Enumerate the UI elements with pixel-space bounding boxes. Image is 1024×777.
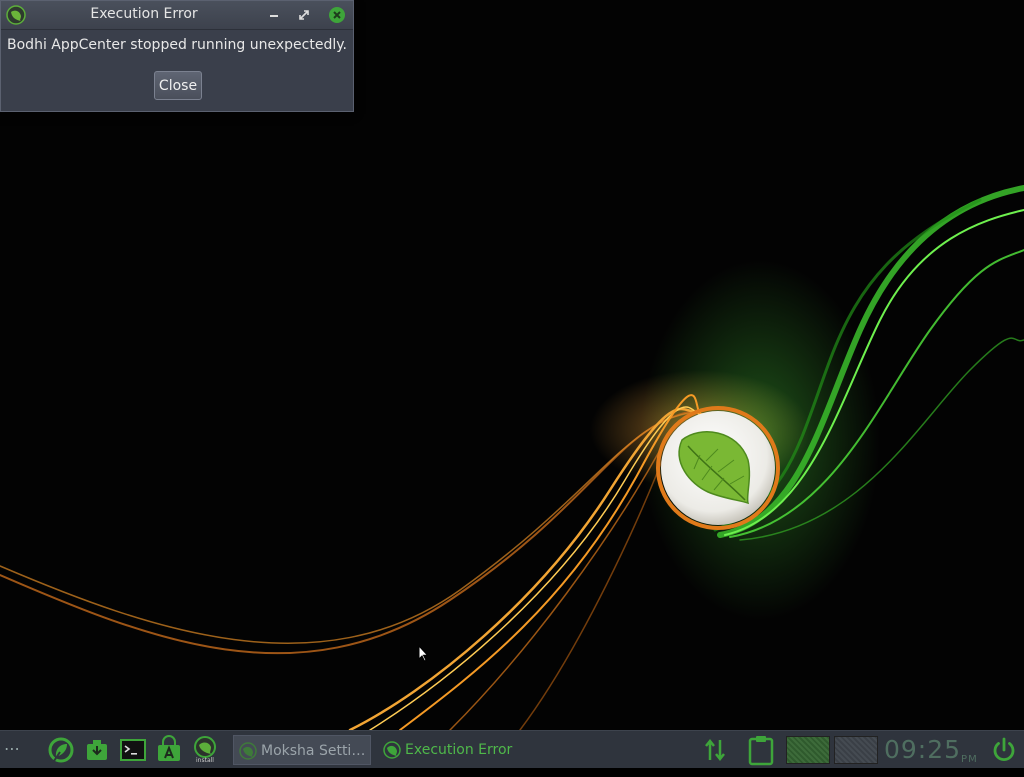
desktop-pager-2[interactable] [834, 736, 878, 764]
task-label: Moksha Setti… [261, 743, 366, 759]
desktop-pager-1[interactable] [786, 736, 830, 764]
task-execution-error[interactable]: Execution Error [378, 735, 518, 765]
clock[interactable]: 09:25PM [884, 733, 978, 767]
execution-error-dialog: Execution Error Bodhi AppCenter stopped … [0, 0, 354, 112]
maximize-icon[interactable] [295, 6, 313, 24]
mouse-pointer-icon [418, 645, 429, 662]
install-icon [194, 736, 216, 758]
bodhi-menu-icon[interactable] [46, 735, 76, 765]
minimize-icon[interactable] [265, 6, 283, 24]
taskbar: ⋯ install Moksha Setti… Execution Error … [0, 730, 1024, 768]
task-moksha-settings[interactable]: Moksha Setti… [233, 735, 371, 765]
close-icon[interactable] [328, 6, 346, 24]
clock-ampm: PM [961, 754, 978, 765]
task-label: Execution Error [405, 742, 513, 758]
desktop: Execution Error Bodhi AppCenter stopped … [0, 0, 1024, 730]
terminal-icon[interactable] [118, 735, 148, 765]
bodhi-leaf-icon [239, 742, 257, 760]
appcenter-icon[interactable] [154, 735, 184, 765]
close-button[interactable]: Close [154, 71, 202, 100]
network-icon[interactable] [702, 736, 728, 764]
error-message: Bodhi AppCenter stopped running unexpect… [7, 37, 347, 53]
install-label: install [196, 757, 214, 764]
clipboard-icon[interactable] [746, 734, 776, 766]
clock-time: 09:25 [884, 735, 962, 764]
install-launcher[interactable]: install [190, 731, 220, 769]
downloads-icon[interactable] [82, 735, 112, 765]
taskbar-menu-dots-icon[interactable]: ⋯ [4, 739, 22, 777]
dialog-titlebar[interactable]: Execution Error [1, 1, 353, 30]
bodhi-leaf-icon [383, 741, 401, 759]
power-icon[interactable] [990, 736, 1018, 764]
